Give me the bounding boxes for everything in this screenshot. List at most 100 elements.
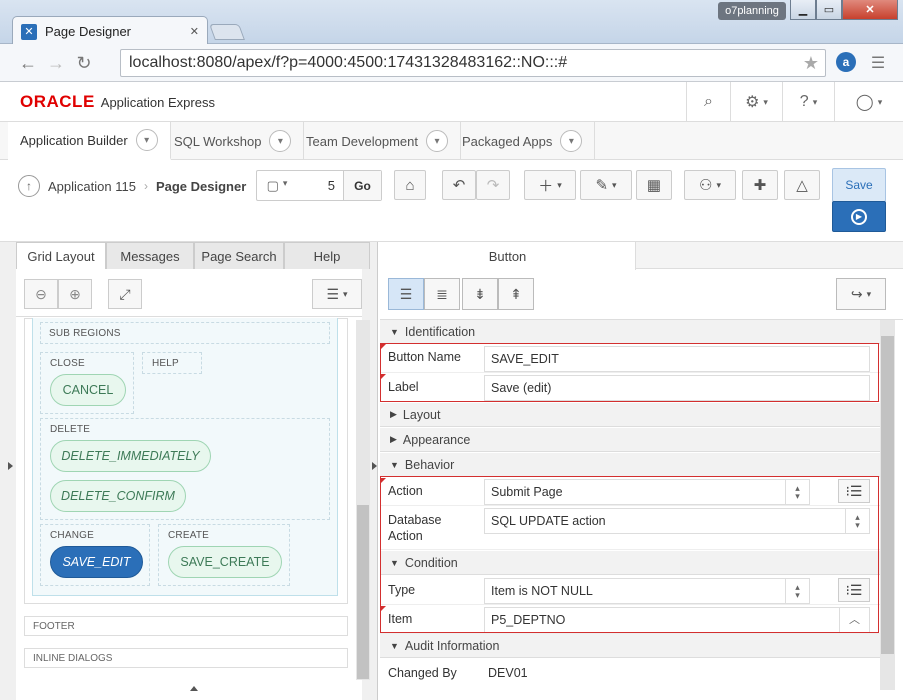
action-select[interactable]: Submit Page ▴ ▾ — [484, 479, 810, 505]
tab-sql-workshop[interactable]: SQL Workshop ▾ — [162, 122, 305, 160]
bottom-splitter-icon[interactable] — [190, 686, 198, 691]
tab-page-search[interactable]: Page Search — [194, 242, 284, 269]
required-marker — [381, 344, 386, 349]
tab-label: Team Development — [306, 133, 418, 149]
forward-arrow-icon[interactable]: → — [44, 52, 68, 74]
tab-help[interactable]: Help — [284, 242, 370, 269]
url-input[interactable]: localhost:8080/apex/f?p=4000:4500:174313… — [120, 49, 826, 77]
up-arrow-icon[interactable]: ↑ — [18, 175, 40, 197]
new-tab-button[interactable] — [209, 24, 245, 40]
footer-region[interactable]: FOOTER — [24, 616, 348, 636]
oracle-brand: ORACLE — [20, 92, 95, 111]
tab-packaged-apps[interactable]: Packaged Apps ▾ — [450, 122, 596, 160]
go-to-group-icon[interactable]: ↪ ▾ — [836, 278, 886, 310]
prop-label: Database — [388, 513, 442, 527]
close-label: CLOSE — [50, 358, 85, 369]
delete-confirm-button-item[interactable]: DELETE_CONFIRM — [50, 480, 186, 512]
show-common-icon[interactable]: ☰ — [388, 278, 424, 310]
prop-label: Action — [388, 484, 423, 498]
utilities-wrench-icon[interactable]: ✎ ▾ — [580, 170, 632, 200]
admin-menu-icon[interactable]: ⚙ ▾ — [730, 82, 782, 122]
delete-immediately-button-item[interactable]: DELETE_IMMEDIATELY — [50, 440, 211, 472]
team-dev-icon[interactable]: ⚇ ▾ — [684, 170, 736, 200]
collapse-all-icon[interactable]: ⇟ — [462, 278, 498, 310]
display-menu-icon[interactable]: ☰ ▾ — [312, 279, 362, 309]
undo-icon[interactable]: ↶ — [442, 170, 476, 200]
chevron-down-icon[interactable]: ▾ — [426, 130, 448, 152]
help-menu-icon[interactable]: ? ▾ — [782, 82, 834, 122]
extension-icon[interactable]: a — [836, 52, 856, 72]
tab-team-development[interactable]: Team Development ▾ — [294, 122, 461, 160]
reload-icon[interactable]: ↻ — [72, 52, 96, 74]
breadcrumb: ↑ Application 115 › Page Designer — [18, 174, 246, 198]
button-name-input[interactable]: SAVE_EDIT — [484, 346, 870, 372]
group-layout[interactable]: ▶ Layout — [380, 403, 880, 427]
chevron-down-icon[interactable]: ▾ — [135, 129, 158, 151]
page-icon[interactable]: ▢ ▾ — [257, 178, 297, 194]
tab-label: Packaged Apps — [462, 133, 553, 149]
profile-badge[interactable]: o7planning — [718, 2, 786, 20]
group-appearance[interactable]: ▶ Appearance — [380, 428, 880, 452]
label-input[interactable]: Save (edit) — [484, 375, 870, 401]
go-button[interactable]: Go — [343, 171, 381, 200]
lock-icon[interactable]: ⌂ — [394, 170, 426, 200]
save-edit-button-item[interactable]: SAVE_EDIT — [50, 546, 143, 578]
splitter-handle-icon[interactable] — [8, 462, 13, 470]
save-create-button-item[interactable]: SAVE_CREATE — [168, 546, 282, 578]
close-window-button[interactable]: ✕ — [842, 0, 898, 20]
maximize-button[interactable]: ▭ — [816, 0, 842, 20]
prop-type: Type Item is NOT NULL ▴ ▾ ⁝☰ — [380, 576, 880, 605]
browser-tab-title: Page Designer — [45, 24, 131, 39]
item-input[interactable]: P5_DEPTNO ︿ — [484, 607, 870, 633]
shapes-icon[interactable]: △ — [784, 170, 820, 200]
zoom-out-icon[interactable]: ⊖ — [24, 279, 58, 309]
group-audit-information[interactable]: ▼ Audit Information — [380, 634, 880, 658]
prop-action: Action Submit Page ▴ ▾ ⁝☰ — [380, 477, 880, 506]
group-behavior[interactable]: ▼ Behavior — [380, 453, 880, 477]
tab-messages[interactable]: Messages — [106, 242, 194, 269]
expand-all-icon[interactable]: ⇞ — [498, 278, 534, 310]
page-selector: ▢ ▾ 5 Go — [256, 170, 382, 201]
breadcrumb-application[interactable]: Application 115 — [48, 179, 136, 194]
chevron-down-icon[interactable]: ▾ — [269, 130, 292, 152]
tab-close-icon[interactable]: ✕ — [190, 25, 199, 38]
list-of-values-icon[interactable]: ⁝☰ — [838, 578, 870, 602]
group-identification[interactable]: ▼ Identification — [380, 320, 880, 344]
prop-label: Type — [388, 583, 416, 597]
prop-label: Changed By — [388, 666, 457, 680]
left-scrollbar-thumb[interactable] — [357, 505, 369, 679]
search-icon[interactable]: ⌕ — [686, 82, 730, 122]
browser-menu-icon[interactable]: ☰ — [866, 52, 890, 74]
user-menu-icon[interactable]: ◯ ▾ — [834, 82, 903, 122]
list-of-values-icon[interactable]: ⁝☰ — [838, 479, 870, 503]
select-arrows-icon: ▴ ▾ — [785, 480, 809, 504]
chevron-down-icon[interactable]: ▾ — [560, 130, 583, 152]
redo-icon[interactable]: ↷ — [476, 170, 510, 200]
comments-icon[interactable]: ✚ — [742, 170, 778, 200]
run-page-button[interactable]: ▶ — [832, 201, 886, 232]
tab-application-builder[interactable]: Application Builder ▾ — [8, 122, 171, 160]
database-action-select[interactable]: SQL UPDATE action ▴ ▾ — [484, 508, 870, 534]
shared-components-icon[interactable]: ▦ — [636, 170, 672, 200]
save-button[interactable]: Save — [832, 168, 886, 202]
cancel-button-item[interactable]: CANCEL — [50, 374, 126, 406]
caret-down-icon: ▼ — [390, 557, 399, 568]
splitter-handle-right-icon[interactable] — [372, 462, 377, 470]
tab-button[interactable]: Button — [380, 242, 636, 270]
create-menu-icon[interactable]: ＋ ▾ — [524, 170, 576, 200]
prop-item: Item P5_DEPTNO ︿ — [380, 605, 880, 634]
right-scrollbar-thumb[interactable] — [881, 336, 894, 654]
bookmark-star-icon[interactable]: ★ — [803, 53, 819, 74]
group-condition[interactable]: ▼ Condition — [380, 551, 880, 575]
tab-grid-layout[interactable]: Grid Layout — [16, 242, 106, 269]
back-arrow-icon[interactable]: ← — [16, 52, 40, 74]
page-number-input[interactable]: 5 — [297, 178, 343, 193]
inline-dialogs-region[interactable]: INLINE DIALOGS — [24, 648, 348, 668]
condition-type-select[interactable]: Item is NOT NULL ▴ ▾ — [484, 578, 810, 604]
chevron-up-icon[interactable]: ︿ — [839, 608, 869, 632]
show-all-icon[interactable]: ≣ — [424, 278, 460, 310]
minimize-button[interactable]: ▁ — [790, 0, 816, 20]
expand-icon[interactable]: ⤢ — [108, 279, 142, 309]
browser-tab-page-designer[interactable]: ✕ Page Designer ✕ — [12, 16, 208, 46]
zoom-in-icon[interactable]: ⊕ — [58, 279, 92, 309]
